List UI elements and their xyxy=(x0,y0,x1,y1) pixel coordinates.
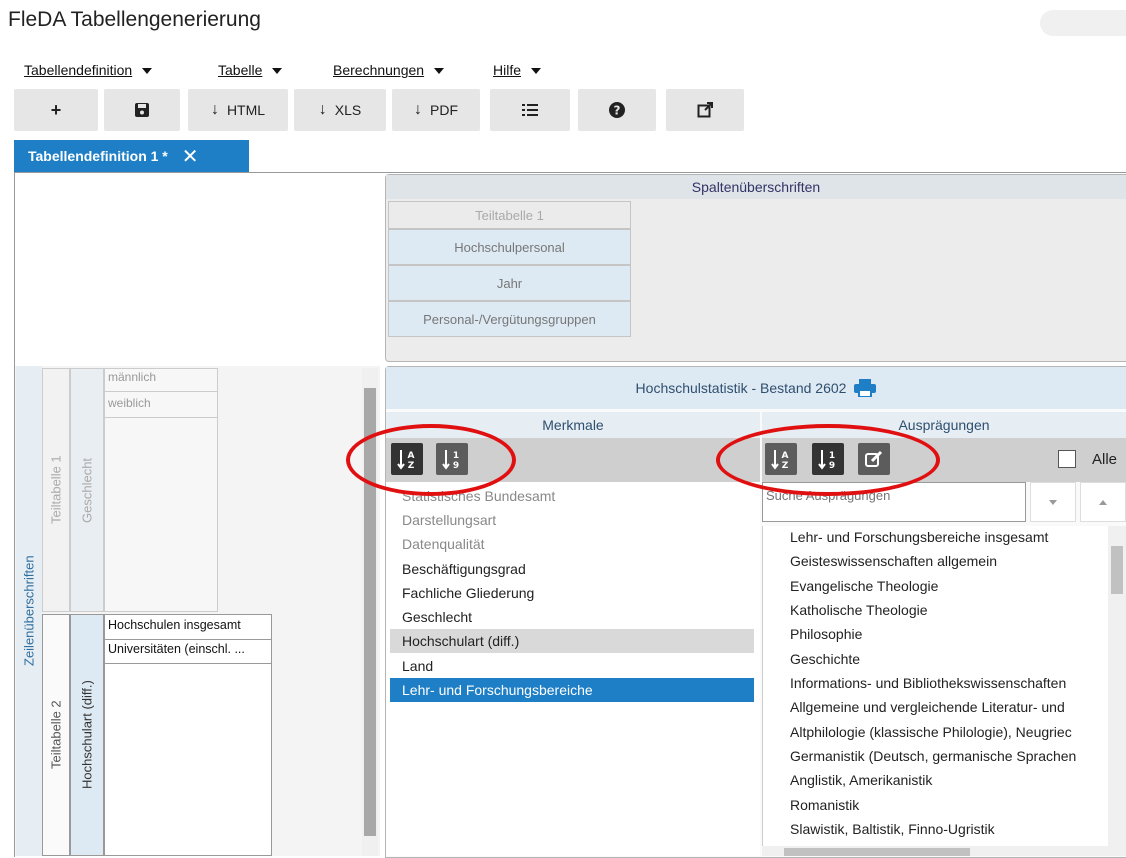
auspraegung-item[interactable]: Lehr- und Forschungsbereiche insgesamt xyxy=(790,529,1048,545)
menu-label: Hilfe xyxy=(493,62,522,78)
close-icon[interactable]: ✕ xyxy=(182,144,199,169)
highlight-ellipse xyxy=(346,424,516,496)
pdf-label: PDF xyxy=(430,102,458,118)
column-header-cell[interactable]: Hochschulpersonal xyxy=(388,229,631,265)
caret-down-icon xyxy=(142,68,153,75)
auspraegung-item[interactable]: Romanistik xyxy=(790,797,859,813)
caret-down-icon xyxy=(272,68,283,75)
menu-hilfe[interactable]: Hilfe xyxy=(493,62,542,78)
app-title: FleDA Tabellengenerierung xyxy=(8,8,261,31)
menu-tabellendefinition[interactable]: Tabellendefinition xyxy=(24,62,153,78)
menu-tabelle[interactable]: Tabelle xyxy=(218,62,283,78)
merkmal-item[interactable]: Fachliche Gliederung xyxy=(390,581,754,605)
question-circle-icon: ? xyxy=(609,102,625,118)
row-headers-title: Zeilenüberschriften xyxy=(16,366,42,856)
download-pdf-button[interactable]: ↓ PDF xyxy=(392,89,480,131)
external-link-icon xyxy=(697,102,713,118)
column-header-cell[interactable]: Personal-/Vergütungsgruppen xyxy=(388,301,631,337)
auspraegung-item[interactable]: Katholische Theologie xyxy=(790,602,928,618)
svg-text:?: ? xyxy=(614,104,621,118)
select-all-checkbox[interactable] xyxy=(1058,450,1076,468)
auspraegung-item[interactable]: Slawistik, Baltistik, Finno-Ugristik xyxy=(790,821,995,837)
teiltabelle-2-label: Teiltabelle 2 xyxy=(42,614,70,856)
auspraegung-item[interactable]: Geisteswissenschaften allgemein xyxy=(790,553,997,569)
merkmal-item[interactable]: Beschäftigungsgrad xyxy=(390,557,754,581)
sort-asc-button[interactable] xyxy=(1080,482,1126,522)
row-value[interactable]: männlich xyxy=(104,370,218,392)
merkmal-item[interactable]: Land xyxy=(390,654,754,678)
caret-down-icon xyxy=(1049,499,1057,505)
merkmal-item-selected[interactable]: Lehr- und Forschungsbereiche xyxy=(390,678,754,702)
caret-down-icon xyxy=(434,68,445,75)
open-external-button[interactable] xyxy=(666,89,744,131)
menu-label: Tabellendefinition xyxy=(24,62,133,78)
html-label: HTML xyxy=(226,102,266,118)
auspraegung-item[interactable]: Altphilologie (klassische Philologie), N… xyxy=(790,724,1072,740)
row-value[interactable]: Hochschulen insgesamt xyxy=(104,618,272,640)
arrow-down-icon: ↓ xyxy=(210,101,219,118)
auspraegung-item[interactable]: Geschichte xyxy=(790,651,860,667)
caret-down-icon xyxy=(531,68,542,75)
download-xls-button[interactable]: ↓ XLS xyxy=(294,89,386,131)
column-headers-title: Spaltenüberschriften xyxy=(386,175,1126,199)
auspraegung-item[interactable]: Philosophie xyxy=(790,626,862,642)
scrollbar-thumb[interactable] xyxy=(1111,546,1123,594)
xls-label: XLS xyxy=(334,102,362,118)
auspraegung-item[interactable]: Allgemeine und vergleichende Literatur- … xyxy=(790,699,1065,715)
column-header-cell[interactable]: Jahr xyxy=(388,265,631,301)
merkmal-item[interactable]: Hochschulart (diff.) xyxy=(390,629,754,653)
highlight-ellipse xyxy=(716,424,940,496)
statistics-title: Hochschulstatistik - Bestand 2602 xyxy=(386,367,1126,409)
print-icon[interactable] xyxy=(854,379,877,397)
list-button[interactable] xyxy=(490,89,570,131)
arrow-down-icon: ↓ xyxy=(318,101,327,118)
auspraegung-item[interactable]: Anglistik, Amerikanistik xyxy=(790,772,932,788)
list-icon xyxy=(522,104,538,116)
hochschulart-label[interactable]: Hochschulart (diff.) xyxy=(70,614,104,856)
tab-label: Tabellendefinition 1 * xyxy=(28,148,168,164)
auspraegung-item[interactable]: Informations- und Bibliothekswissenschaf… xyxy=(790,675,1066,691)
menu-label: Tabelle xyxy=(218,62,263,78)
download-html-button[interactable]: ↓ HTML xyxy=(188,89,288,131)
sort-desc-button[interactable] xyxy=(1030,482,1076,522)
menu-label: Berechnungen xyxy=(333,62,425,78)
teiltabelle-1-label: Teiltabelle 1 xyxy=(42,368,70,612)
merkmal-item[interactable]: Darstellungsart xyxy=(390,508,754,532)
column-header-cell[interactable]: Teiltabelle 1 xyxy=(388,201,631,229)
arrow-down-icon: ↓ xyxy=(414,101,422,118)
auspraegung-item[interactable]: Germanistik (Deutsch, germanische Sprach… xyxy=(790,748,1076,764)
merkmal-item[interactable]: Datenqualität xyxy=(390,532,754,556)
caret-up-icon xyxy=(1099,499,1107,505)
save-icon xyxy=(135,103,149,117)
window-control xyxy=(1040,10,1126,36)
menu-berechnungen[interactable]: Berechnungen xyxy=(333,62,445,78)
row-value[interactable]: Universitäten (einschl. ... xyxy=(104,642,272,664)
help-button[interactable]: ? xyxy=(578,89,656,131)
auspraegung-item[interactable]: Evangelische Theologie xyxy=(790,578,938,594)
row-value[interactable]: weiblich xyxy=(104,396,218,418)
merkmal-item[interactable]: Geschlecht xyxy=(390,605,754,629)
select-all-label: Alle xyxy=(1092,451,1118,468)
geschlecht-label[interactable]: Geschlecht xyxy=(70,368,104,612)
save-button[interactable] xyxy=(104,89,180,131)
scrollbar-thumb[interactable] xyxy=(784,848,970,856)
plus-icon: + xyxy=(50,99,62,120)
statistics-title-text: Hochschulstatistik - Bestand 2602 xyxy=(635,380,847,396)
new-button[interactable]: + xyxy=(14,89,98,131)
tab-tabellendefinition-1[interactable]: Tabellendefinition 1 * ✕ xyxy=(14,140,249,172)
